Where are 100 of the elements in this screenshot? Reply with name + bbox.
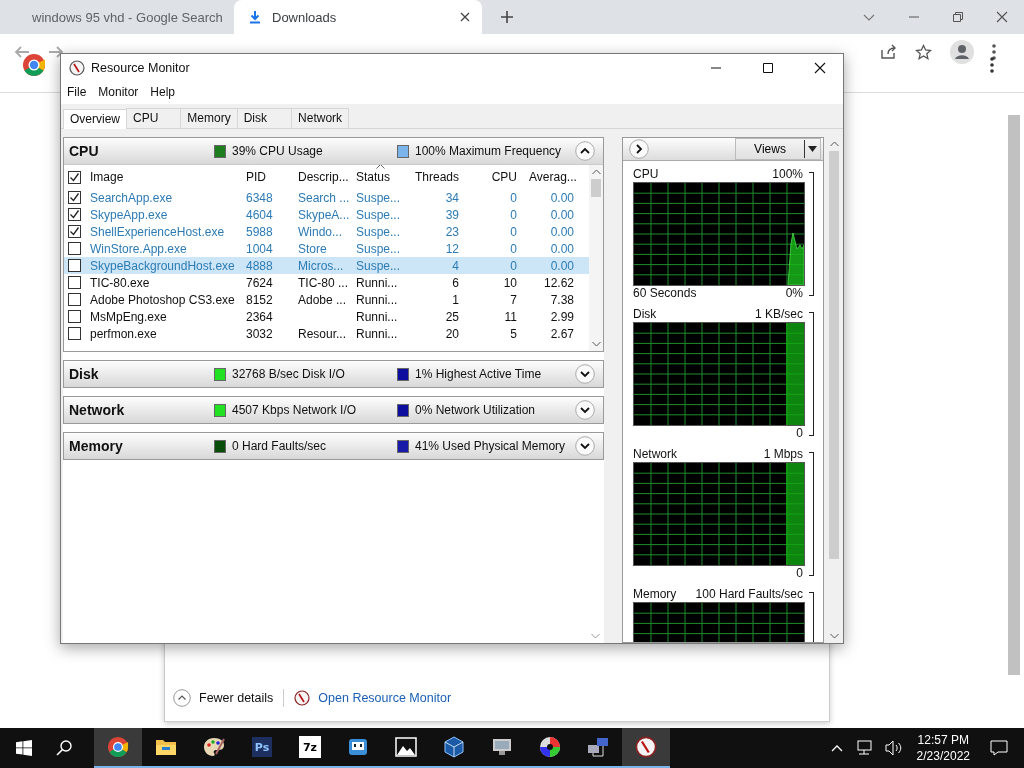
section-title: CPU: [69, 143, 100, 159]
table-row[interactable]: ShellExperienceHost.exe 5988 Windo... Suspe... 23 0 0.00: [64, 223, 589, 240]
table-row[interactable]: SkypeApp.exe 4604 SkypeA... Suspe... 39 0 0.00: [64, 206, 589, 223]
star-icon[interactable]: [915, 43, 932, 61]
table-cell: 4604: [246, 207, 273, 222]
scrollbar[interactable]: [1008, 115, 1020, 675]
expand-toggle-icon[interactable]: [575, 364, 595, 384]
column-header[interactable]: CPU: [467, 170, 525, 184]
checkbox[interactable]: [68, 327, 81, 340]
taskbar-button[interactable]: 7z: [286, 728, 334, 768]
browser-tab[interactable]: Downloads: [234, 0, 482, 34]
checkbox[interactable]: [68, 208, 81, 221]
table-cell: 0.00: [550, 258, 574, 273]
section-title: Disk: [69, 366, 100, 382]
table-cell: 25: [445, 309, 459, 324]
close-icon[interactable]: [460, 12, 470, 22]
table-row[interactable]: TIC-80.exe 7624 TIC-80 ... Runni... 6 10 12.62: [64, 274, 589, 291]
table-cell: Runni...: [356, 309, 398, 324]
restore-icon[interactable]: [952, 11, 964, 23]
checkbox[interactable]: [68, 225, 81, 238]
table-cell: 20: [445, 326, 459, 341]
column-header[interactable]: PID: [242, 170, 294, 184]
column-header[interactable]: Status: [352, 170, 410, 184]
new-tab-icon[interactable]: [500, 10, 514, 24]
tab[interactable]: Memory: [180, 108, 238, 128]
checkbox[interactable]: [68, 276, 81, 289]
table-row[interactable]: MsMpEng.exe 2364 Runni... 25 11 2.99: [64, 308, 589, 325]
column-header[interactable]: Averag...: [525, 170, 582, 184]
windows-logo-icon[interactable]: [16, 740, 32, 756]
column-header[interactable]: Threads: [410, 170, 467, 184]
checkbox[interactable]: [68, 259, 81, 272]
download-icon: [248, 10, 262, 24]
checkbox[interactable]: [68, 191, 81, 204]
menu-icon[interactable]: [992, 44, 996, 60]
open-resource-monitor-link[interactable]: Open Resource Monitor: [318, 691, 452, 705]
taskbar-button[interactable]: [622, 728, 670, 768]
back-icon[interactable]: [14, 44, 30, 60]
taskbar-button[interactable]: Ps: [238, 728, 286, 768]
metric-label: 4507 Kbps Network I/O: [232, 403, 357, 417]
menu-item[interactable]: Help: [150, 85, 176, 101]
network-icon[interactable]: [854, 740, 873, 756]
views-button[interactable]: Views: [735, 138, 821, 160]
app-tile: Ps: [252, 737, 272, 757]
dropdown-arrow-icon: [808, 146, 817, 152]
taskbar-button[interactable]: [94, 728, 142, 768]
search-icon[interactable]: [56, 740, 72, 756]
table-cell: 7: [510, 292, 517, 307]
table-row[interactable]: SearchApp.exe 6348 Search ... Suspe... 34 0 0.00: [64, 189, 589, 206]
notification-icon[interactable]: [990, 740, 1008, 756]
round-logo-icon: [22, 53, 46, 77]
graph-scale-min: 0%: [785, 286, 803, 301]
tab[interactable]: Overview: [63, 109, 127, 129]
menu-item[interactable]: File: [67, 85, 87, 101]
time-span-label: 60 Seconds: [633, 286, 697, 301]
section-header[interactable]: Network 4507 Kbps Network I/O 0% Network Utilization: [64, 397, 603, 423]
section-header[interactable]: Memory 0 Hard Faults/sec 41% Used Physical Memory: [64, 433, 603, 459]
expand-toggle-icon[interactable]: [575, 436, 595, 456]
fewer-details-button[interactable]: Fewer details: [173, 689, 274, 707]
scroll-thumb[interactable]: [591, 179, 601, 197]
section-header[interactable]: CPU 39% CPU Usage 100% Maximum Frequency: [64, 138, 603, 164]
checkbox[interactable]: [68, 310, 81, 323]
expand-toggle-icon[interactable]: [575, 400, 595, 420]
table-row[interactable]: WinStore.App.exe 1004 Store Suspe... 12 0 0.00: [64, 240, 589, 257]
checkbox[interactable]: [68, 293, 81, 306]
expand-pane-icon[interactable]: [629, 139, 649, 159]
table-cell: 2.67: [550, 326, 574, 341]
table-row[interactable]: perfmon.exe 3032 Resour... Runni... 20 5 2.67: [64, 325, 589, 342]
close-icon[interactable]: [814, 62, 826, 74]
checkbox[interactable]: [68, 170, 81, 184]
column-header[interactable]: Descrip...: [294, 170, 352, 184]
table-cell: Search ...: [298, 190, 350, 205]
share-icon[interactable]: [879, 44, 897, 60]
table-cell: 0: [510, 258, 517, 273]
chevron-up-icon[interactable]: [830, 744, 843, 752]
tab[interactable]: Network: [291, 108, 350, 128]
maximize-icon[interactable]: [762, 62, 774, 74]
table-row[interactable]: Adobe Photoshop CS3.exe 8152 Adobe ... Runni... 1 7 7.38: [64, 291, 589, 308]
table-row[interactable]: SkypeBackgroundHost.exe 4888 Micros... Suspe... 4 0 0.00: [64, 257, 589, 274]
section-header[interactable]: Disk 32768 B/sec Disk I/O 1% Highest Active Time: [64, 361, 603, 387]
column-header[interactable]: Image: [86, 170, 242, 184]
table-cell: TIC-80 ...: [298, 275, 348, 290]
expand-toggle-icon[interactable]: [575, 141, 595, 161]
browser-tab[interactable]: windows 95 vhd - Google Search: [8, 0, 234, 34]
checkbox[interactable]: [68, 242, 81, 255]
table-cell: 4888: [246, 258, 273, 273]
scroll-thumb[interactable]: [829, 151, 839, 559]
table-cell: 5988: [246, 224, 273, 239]
menu-item[interactable]: Monitor: [98, 85, 139, 101]
profile-icon[interactable]: [950, 40, 974, 64]
clock[interactable]: 12:57 PM 2/23/2022: [916, 732, 970, 764]
speaker-icon[interactable]: [884, 740, 903, 756]
forward-icon[interactable]: [48, 44, 64, 60]
scrollbar[interactable]: [589, 165, 603, 351]
graph-title: CPU: [633, 167, 659, 182]
folder-icon: [155, 737, 177, 757]
menu-icon[interactable]: [990, 57, 994, 73]
metric-label: 0 Hard Faults/sec: [232, 439, 327, 453]
metric-label: 32768 B/sec Disk I/O: [232, 367, 345, 381]
graph-scale-min: 0: [796, 566, 803, 581]
table-cell: SkypeA...: [298, 207, 350, 222]
